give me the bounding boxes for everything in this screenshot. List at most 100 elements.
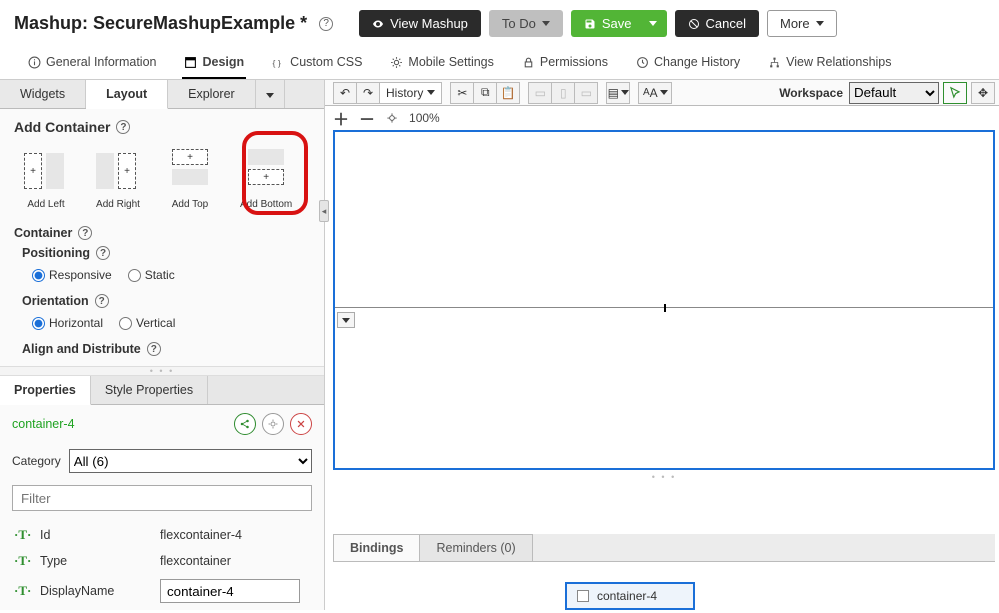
save-dropdown-button[interactable] xyxy=(639,10,667,37)
canvas-resize-handle[interactable]: • • • xyxy=(333,470,995,482)
info-icon xyxy=(28,56,41,69)
zoom-level: 100% xyxy=(409,111,440,125)
zoom-in-button[interactable]: ＋ xyxy=(333,106,349,130)
orientation-horizontal-radio[interactable]: Horizontal xyxy=(32,316,103,330)
panel-tab-layout[interactable]: Layout xyxy=(86,80,168,109)
panel-tab-more[interactable] xyxy=(256,80,285,108)
prop-displayname-label: DisplayName xyxy=(40,584,160,598)
canvas-dropdown-toggle[interactable] xyxy=(337,312,355,328)
share-button[interactable] xyxy=(234,413,256,435)
properties-tab[interactable]: Properties xyxy=(0,376,91,405)
close-icon xyxy=(296,419,306,429)
more-button[interactable]: More xyxy=(767,10,837,37)
delete-button[interactable] xyxy=(290,413,312,435)
zoom-reset-icon[interactable] xyxy=(385,111,399,125)
help-icon[interactable]: ? xyxy=(96,246,110,260)
settings-button[interactable] xyxy=(262,413,284,435)
undo-button[interactable]: ↶ xyxy=(333,82,357,104)
category-select[interactable]: All (6) xyxy=(69,449,312,473)
help-icon[interactable]: ? xyxy=(319,17,333,31)
move-tool-button[interactable]: ✥ xyxy=(971,82,995,104)
highlight-ring xyxy=(242,131,308,215)
tab-general-information[interactable]: General Information xyxy=(26,49,158,79)
tab-mobile-settings[interactable]: Mobile Settings xyxy=(388,49,495,79)
paste-button[interactable]: 📋 xyxy=(496,82,520,104)
tab-change-history[interactable]: Change History xyxy=(634,49,742,79)
cancel-icon xyxy=(688,18,700,30)
layout-mode-button[interactable]: ▤ xyxy=(606,82,630,104)
workspace-select[interactable]: Default xyxy=(849,82,939,104)
history-dropdown[interactable]: History xyxy=(379,82,442,104)
design-icon xyxy=(184,56,197,69)
lock-icon xyxy=(522,56,535,69)
selected-container-chip[interactable]: container-4 xyxy=(565,582,695,610)
panel-tab-explorer[interactable]: Explorer xyxy=(168,80,256,108)
help-icon[interactable]: ? xyxy=(95,294,109,308)
save-button[interactable]: Save xyxy=(571,10,645,37)
todo-button[interactable]: To Do xyxy=(489,10,563,37)
positioning-responsive-radio[interactable]: Responsive xyxy=(32,268,112,282)
caret-down-icon xyxy=(542,21,550,26)
positioning-static-radio[interactable]: Static xyxy=(128,268,175,282)
container-heading: Container xyxy=(14,226,72,240)
align-center-button[interactable]: ▯ xyxy=(551,82,575,104)
canvas-center-mark xyxy=(664,304,666,312)
orientation-heading: Orientation xyxy=(22,294,89,308)
cancel-button[interactable]: Cancel xyxy=(675,10,759,37)
text-type-icon: ·T· xyxy=(14,553,40,569)
filter-input[interactable] xyxy=(12,485,312,511)
caret-down-icon xyxy=(649,21,657,26)
tab-design[interactable]: Design xyxy=(182,49,246,79)
view-mashup-button[interactable]: View Mashup xyxy=(359,10,481,37)
text-style-button[interactable]: AA xyxy=(638,82,672,104)
help-icon[interactable]: ? xyxy=(78,226,92,240)
panel-tab-widgets[interactable]: Widgets xyxy=(0,80,86,108)
align-heading: Align and Distribute xyxy=(22,342,141,356)
tab-custom-css[interactable]: { } Custom CSS xyxy=(270,49,364,79)
design-canvas[interactable] xyxy=(333,130,995,470)
prop-type-value: flexcontainer xyxy=(160,554,310,568)
redo-button[interactable]: ↷ xyxy=(356,82,380,104)
tab-relationships[interactable]: View Relationships xyxy=(766,49,893,79)
caret-down-icon xyxy=(816,21,824,26)
prop-id-label: Id xyxy=(40,528,160,542)
add-right-button[interactable]: + Add Right xyxy=(96,149,140,210)
category-label: Category xyxy=(12,454,61,468)
cursor-icon xyxy=(948,86,962,100)
gear-icon xyxy=(390,56,403,69)
container-icon xyxy=(577,590,589,602)
text-type-icon: ·T· xyxy=(14,527,40,543)
help-icon[interactable]: ? xyxy=(147,342,161,356)
page-title-prefix: Mashup: xyxy=(14,13,88,33)
prop-displayname-input[interactable] xyxy=(160,579,300,603)
page-title-name: SecureMashupExample * xyxy=(93,13,307,33)
add-left-label: Add Left xyxy=(27,199,64,210)
clock-icon xyxy=(636,56,649,69)
add-right-label: Add Right xyxy=(96,199,140,210)
zoom-out-button[interactable]: － xyxy=(359,106,375,130)
svg-text:{ }: { } xyxy=(273,57,281,67)
copy-button[interactable]: ⧉ xyxy=(473,82,497,104)
help-icon[interactable]: ? xyxy=(116,120,130,134)
bindings-tab[interactable]: Bindings xyxy=(333,534,420,561)
save-icon xyxy=(584,18,596,30)
align-left-button[interactable]: ▭ xyxy=(528,82,552,104)
css-icon: { } xyxy=(272,56,285,69)
text-type-icon: ·T· xyxy=(14,583,40,599)
cut-button[interactable]: ✂ xyxy=(450,82,474,104)
reminders-tab[interactable]: Reminders (0) xyxy=(419,534,532,561)
add-top-button[interactable]: + Add Top xyxy=(168,149,212,210)
orientation-vertical-radio[interactable]: Vertical xyxy=(119,316,175,330)
add-container-heading: Add Container xyxy=(14,119,110,135)
tab-permissions[interactable]: Permissions xyxy=(520,49,610,79)
prop-type-label: Type xyxy=(40,554,160,568)
share-icon xyxy=(239,418,251,430)
pointer-tool-button[interactable] xyxy=(943,82,967,104)
align-right-button[interactable]: ▭ xyxy=(574,82,598,104)
panel-drag-handle[interactable]: • • • xyxy=(0,366,324,376)
add-top-label: Add Top xyxy=(172,199,209,210)
add-left-button[interactable]: + Add Left xyxy=(24,149,68,210)
workspace-label: Workspace xyxy=(779,86,849,100)
style-properties-tab[interactable]: Style Properties xyxy=(91,376,208,404)
chip-label: container-4 xyxy=(597,589,657,603)
